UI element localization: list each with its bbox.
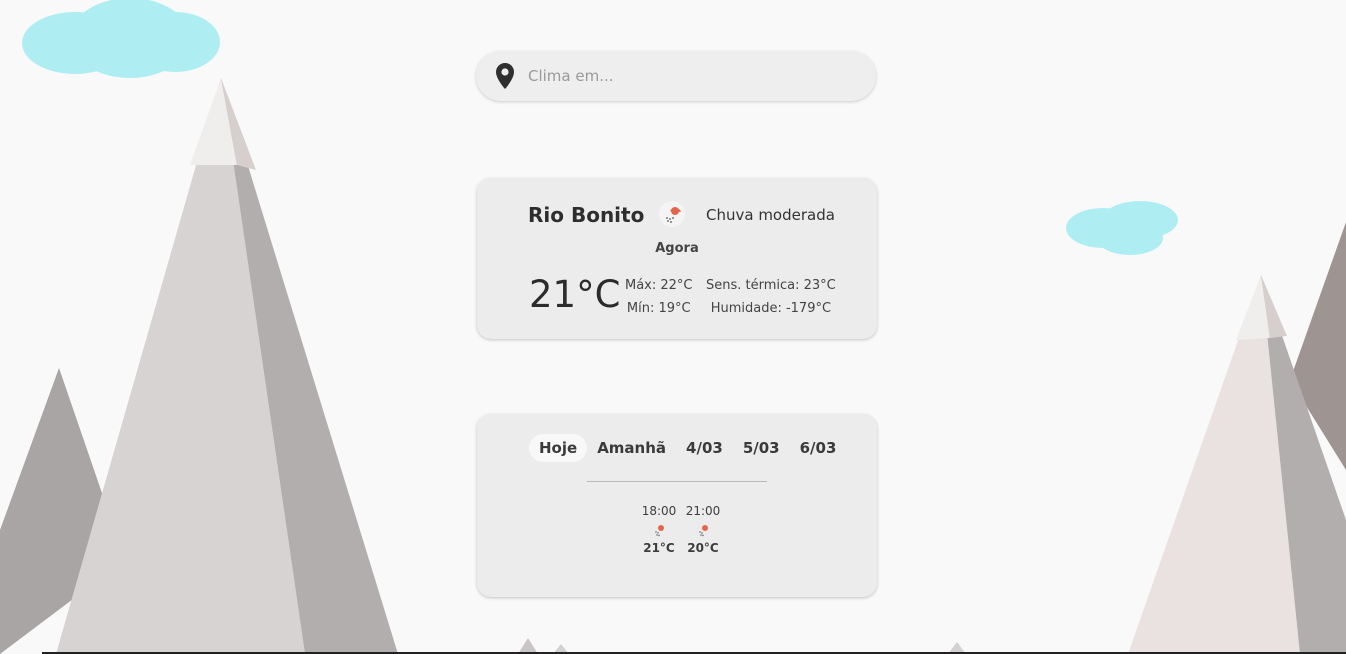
hour-temperature: 20°C	[687, 541, 719, 555]
current-weather-card: Rio Bonito Chuva moderada Agora 21°C Máx…	[477, 178, 877, 339]
min-temperature: Mín: 19°C	[626, 301, 691, 316]
hour-item: 21:00 20°C	[681, 504, 725, 555]
max-temperature: Máx: 22°C	[625, 278, 693, 293]
search-input[interactable]	[526, 66, 850, 86]
hourly-forecast: 18:00 21°C 21:00 20°C	[637, 504, 725, 555]
tab-5-03[interactable]: 5/03	[733, 434, 790, 462]
min-max-temperatures: Máx: 22°C Mín: 19°C	[625, 274, 693, 320]
extra-details: Sens. térmica: 23°C Humidade: -179°C	[706, 274, 836, 320]
humidity: Humidade: -179°C	[710, 301, 832, 316]
city-name: Rio Bonito	[528, 203, 645, 227]
hour-time: 18:00	[641, 504, 677, 518]
cloud-right	[1066, 201, 1178, 255]
forecast-card: Hoje Amanhã 4/03 5/03 6/03 18:00 21°C 21…	[477, 414, 877, 597]
current-temperature: 21°C	[529, 273, 621, 316]
rain-sun-icon	[696, 523, 710, 537]
search-bar[interactable]	[476, 51, 876, 101]
hour-time: 21:00	[685, 504, 721, 518]
time-label: Agora	[655, 241, 699, 256]
rain-sun-icon	[652, 523, 666, 537]
tabs-divider	[587, 481, 767, 482]
feels-like: Sens. térmica: 23°C	[706, 278, 836, 293]
condition-text: Chuva moderada	[706, 206, 835, 224]
location-pin-icon	[496, 63, 514, 89]
cloud-left	[22, 0, 220, 78]
day-tabs: Hoje Amanhã 4/03 5/03 6/03	[529, 434, 846, 462]
hour-item: 18:00 21°C	[637, 504, 681, 555]
hour-temperature: 21°C	[643, 541, 675, 555]
tab-6-03[interactable]: 6/03	[790, 434, 847, 462]
tab-hoje[interactable]: Hoje	[529, 434, 588, 462]
rain-sun-icon	[658, 200, 686, 232]
tab-4-03[interactable]: 4/03	[676, 434, 733, 462]
tab-amanha[interactable]: Amanhã	[587, 434, 676, 462]
